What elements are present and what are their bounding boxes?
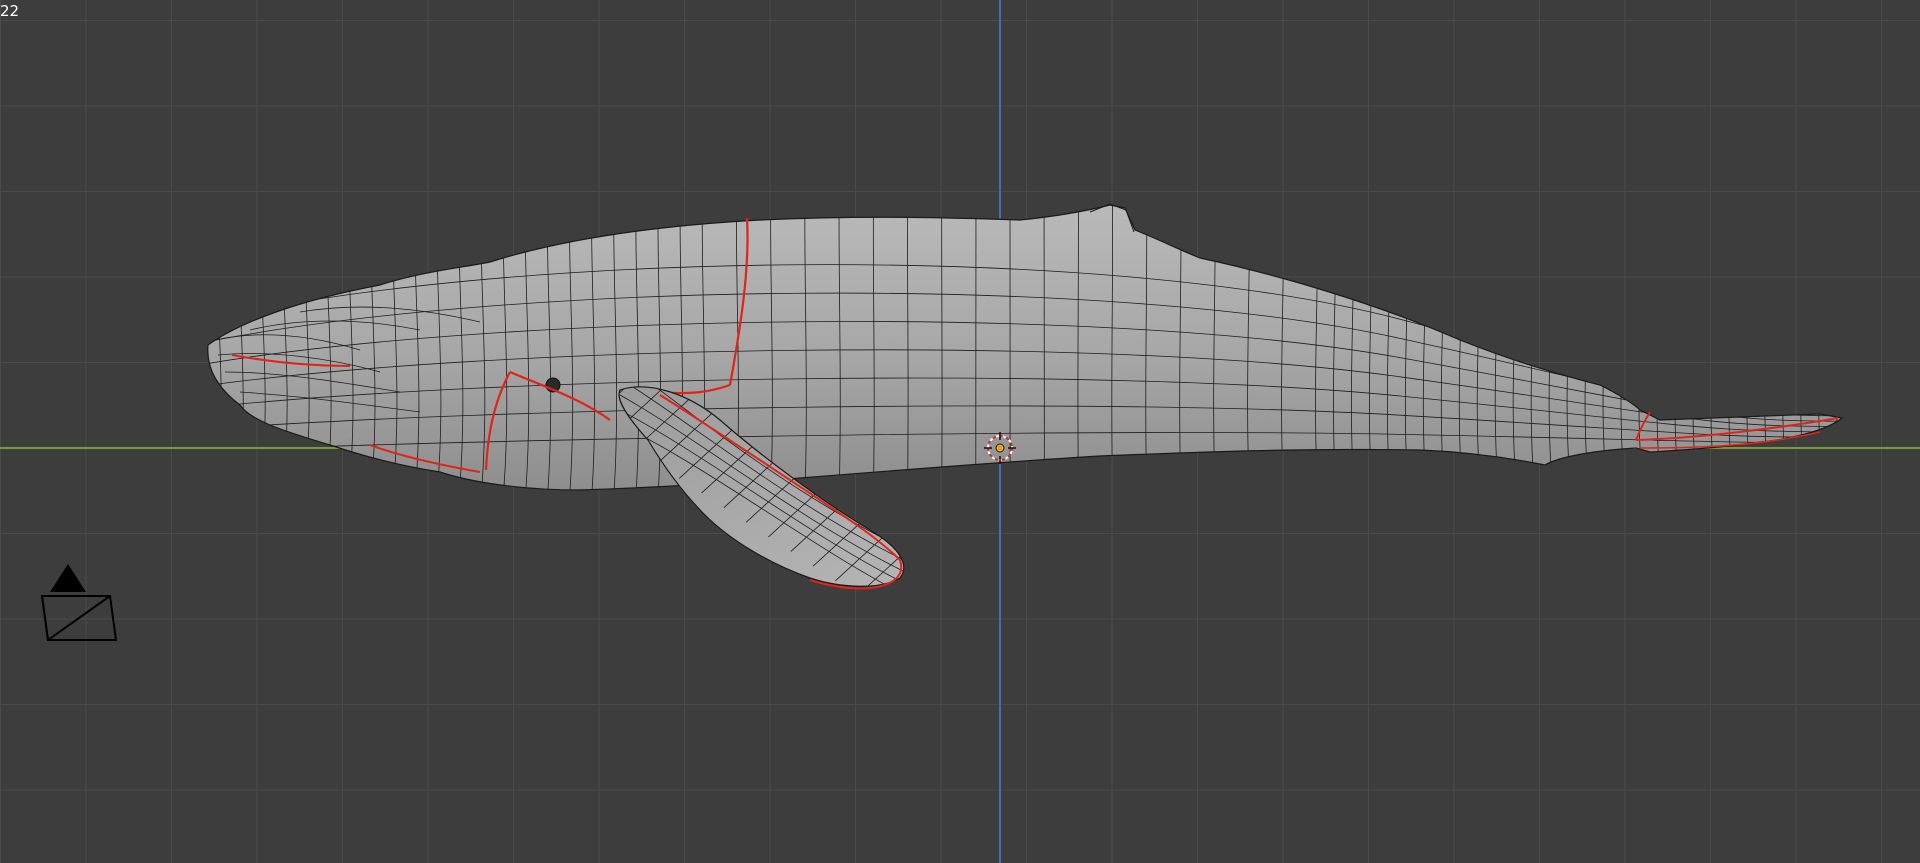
whale-mesh-icon[interactable] xyxy=(0,0,1920,863)
3d-cursor-icon[interactable] xyxy=(984,432,1016,464)
camera-icon[interactable] xyxy=(38,564,118,644)
3d-viewport[interactable]: 22 xyxy=(0,0,1920,863)
